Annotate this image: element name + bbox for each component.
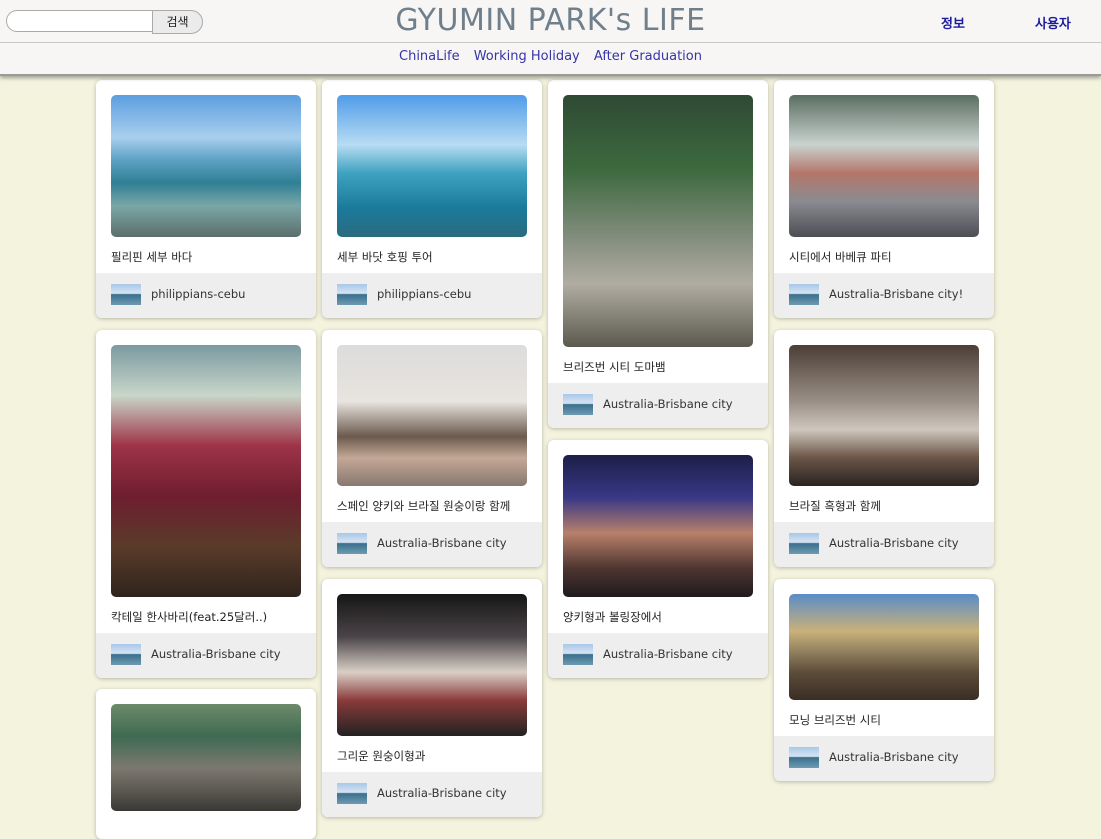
- location-thumbnail: [563, 644, 593, 665]
- post-caption: 세부 바닷 호핑 투어: [337, 250, 433, 264]
- site-header: 검색 GYUMIN PARK's LIFE 정보 사용자 ChinaLife W…: [0, 0, 1101, 76]
- post-location: philippians-cebu: [151, 287, 246, 301]
- club-selfie-photo: [337, 594, 527, 736]
- category-link-working-holiday[interactable]: Working Holiday: [474, 49, 580, 64]
- post-location: Australia-Brisbane city: [377, 786, 507, 800]
- location-thumbnail: [789, 747, 819, 768]
- post-footer: philippians-cebu: [96, 273, 316, 318]
- post-location: Australia-Brisbane city: [603, 647, 733, 661]
- cocktail-photo: [111, 345, 301, 597]
- post-location: Australia-Brisbane city: [603, 397, 733, 411]
- post-location: Australia-Brisbane city: [151, 647, 281, 661]
- post-card[interactable]: 시티에서 바베큐 파티 Australia-Brisbane city!: [774, 80, 994, 318]
- location-thumbnail: [563, 394, 593, 415]
- bowling-selfie-photo: [563, 455, 753, 597]
- post-caption: 필리핀 세부 바다: [111, 250, 193, 264]
- category-link-after-graduation[interactable]: After Graduation: [594, 49, 702, 64]
- post-card[interactable]: 세부 바닷 호핑 투어 philippians-cebu: [322, 80, 542, 318]
- lizard-pond-photo: [563, 95, 753, 347]
- post-card[interactable]: 칵테일 한사바리(feat.25달러..) Australia-Brisbane…: [96, 330, 316, 678]
- post-caption: 모닝 브리즈번 시티: [789, 713, 881, 727]
- post-card[interactable]: 그리운 원숭이형과 Australia-Brisbane city: [322, 579, 542, 817]
- header-top-bar: 검색 GYUMIN PARK's LIFE 정보 사용자: [0, 0, 1101, 43]
- post-card[interactable]: 브리즈번 시티 도마뱀 Australia-Brisbane city: [548, 80, 768, 428]
- post-caption: 시티에서 바베큐 파티: [789, 250, 892, 264]
- bbq-party-photo: [789, 95, 979, 237]
- post-location: Australia-Brisbane city: [829, 750, 959, 764]
- post-footer: Australia-Brisbane city: [322, 772, 542, 817]
- post-footer: Australia-Brisbane city: [96, 633, 316, 678]
- sea-boat-photo: [111, 95, 301, 237]
- post-caption: 그리운 원숭이형과: [337, 749, 426, 763]
- kitchen-friends-photo: [337, 345, 527, 486]
- post-card[interactable]: 필리핀 세부 바다 philippians-cebu: [96, 80, 316, 318]
- post-caption: 브라질 흑형과 함께: [789, 499, 881, 513]
- category-nav: ChinaLife Working Holiday After Graduati…: [0, 49, 1101, 64]
- sea-selfie-photo: [337, 95, 527, 237]
- location-thumbnail: [337, 533, 367, 554]
- post-caption: 양키형과 볼링장에서: [563, 610, 662, 624]
- location-thumbnail: [111, 284, 141, 305]
- post-footer: Australia-Brisbane city: [548, 383, 768, 428]
- post-footer: Australia-Brisbane city: [774, 522, 994, 567]
- post-footer: Australia-Brisbane city!: [774, 273, 994, 318]
- location-thumbnail: [789, 533, 819, 554]
- post-footer: philippians-cebu: [322, 273, 542, 318]
- nav-info-link[interactable]: 정보: [941, 13, 965, 32]
- post-location: Australia-Brisbane city!: [829, 287, 964, 301]
- post-location: Australia-Brisbane city: [377, 536, 507, 550]
- post-footer: Australia-Brisbane city: [774, 736, 994, 781]
- location-thumbnail: [111, 644, 141, 665]
- zoo-group-photo: [111, 704, 301, 811]
- city-balcony-photo: [789, 594, 979, 700]
- site-title[interactable]: GYUMIN PARK's LIFE: [0, 3, 1101, 38]
- post-caption: 칵테일 한사바리(feat.25달러..): [111, 610, 268, 624]
- post-card[interactable]: 스페인 양키와 브라질 원숭이랑 함께 Australia-Brisbane c…: [322, 330, 542, 567]
- post-caption: 스페인 양키와 브라질 원숭이랑 함께: [337, 499, 511, 513]
- post-card[interactable]: [96, 689, 316, 839]
- category-link-chinalife[interactable]: ChinaLife: [399, 49, 460, 64]
- post-card[interactable]: 모닝 브리즈번 시티 Australia-Brisbane city: [774, 579, 994, 781]
- post-footer: Australia-Brisbane city: [322, 522, 542, 567]
- kitchen-cooking-photo: [789, 345, 979, 486]
- post-location: Australia-Brisbane city: [829, 536, 959, 550]
- post-location: philippians-cebu: [377, 287, 472, 301]
- post-card[interactable]: 양키형과 볼링장에서 Australia-Brisbane city: [548, 440, 768, 678]
- post-caption: 브리즈번 시티 도마뱀: [563, 360, 666, 374]
- location-thumbnail: [789, 284, 819, 305]
- nav-user-link[interactable]: 사용자: [1035, 13, 1071, 32]
- post-card[interactable]: 브라질 흑형과 함께 Australia-Brisbane city: [774, 330, 994, 567]
- location-thumbnail: [337, 783, 367, 804]
- post-footer: Australia-Brisbane city: [548, 633, 768, 678]
- location-thumbnail: [337, 284, 367, 305]
